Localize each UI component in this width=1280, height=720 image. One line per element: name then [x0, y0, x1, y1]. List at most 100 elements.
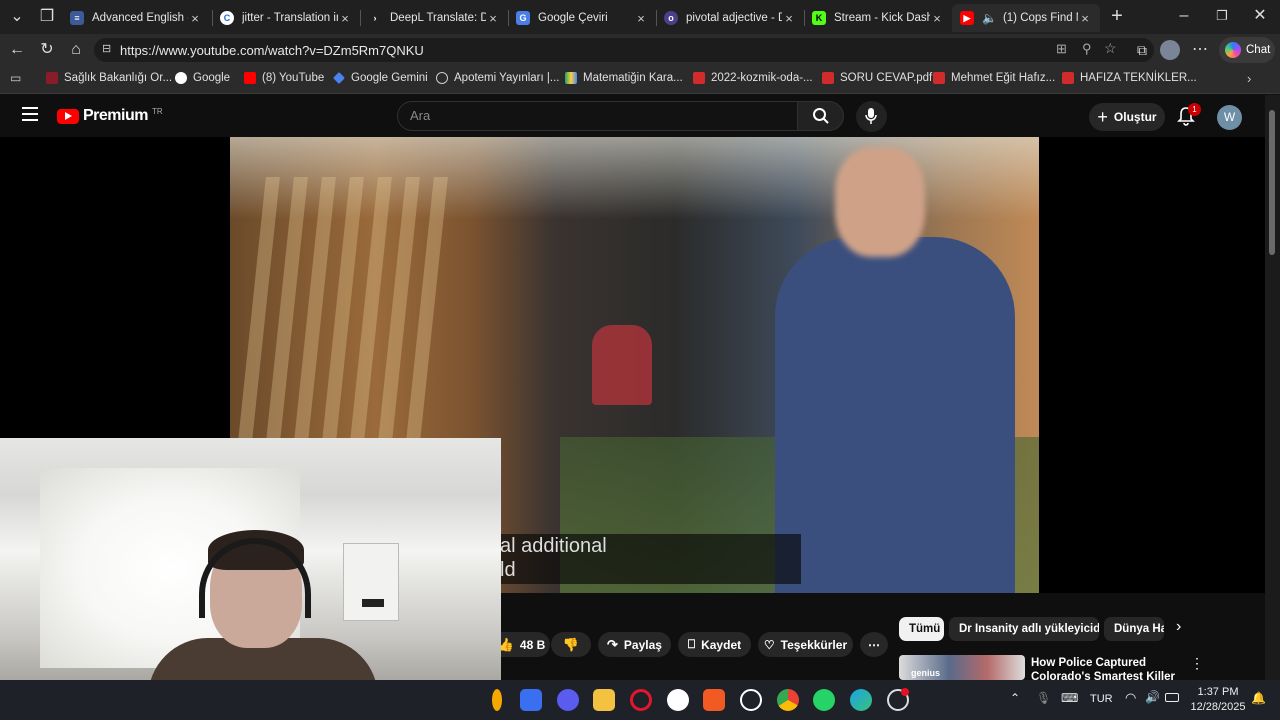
home-button[interactable]: ⌂ — [64, 39, 88, 61]
whatsapp-icon[interactable] — [813, 689, 835, 711]
tab-google-translate[interactable]: G Google Çeviri × — [508, 4, 656, 32]
scrollbar-thumb[interactable] — [1269, 110, 1275, 255]
taskbar: ⌃ 🎙 ⌨ TUR ◠ 🔊 1:37 PM 12/28/2025 🔔 — [0, 680, 1280, 720]
address-bar[interactable]: ⊟ https://www.youtube.com/watch?v=DZm5Rm… — [94, 38, 1154, 62]
chatgpt-icon[interactable] — [740, 689, 762, 711]
close-icon[interactable]: × — [1078, 11, 1092, 26]
chip-from-uploader[interactable]: Dr Insanity adlı yükleyiciden — [949, 617, 1099, 641]
tray-mic-icon[interactable]: 🎙 — [1036, 691, 1051, 705]
chip-world[interactable]: Dünya Ha — [1104, 617, 1164, 641]
bookmark-kozmik[interactable]: 2022-kozmik-oda-... — [693, 72, 813, 84]
thanks-button[interactable]: ♡ Teşekkürler — [758, 632, 853, 657]
more-menu-icon[interactable]: ⋯ — [1188, 39, 1212, 61]
edge-icon[interactable] — [850, 689, 872, 711]
doc-icon: ≡ — [70, 11, 84, 25]
share-button[interactable]: ↷ Paylaş — [598, 632, 671, 657]
chip-all[interactable]: Tümü — [899, 617, 944, 641]
sidebar-toggle-icon[interactable]: ▭ — [10, 71, 21, 85]
youtube-logo[interactable]: Premium TR — [57, 107, 163, 125]
tab-jitter[interactable]: C jitter - Translation into × — [212, 4, 360, 32]
bookmark-matematik[interactable]: Matematiğin Kara... — [565, 72, 683, 84]
address-toolbar: ← ↻ ⌂ ⊟ https://www.youtube.com/watch?v=… — [0, 34, 1280, 66]
notifications-button[interactable]: 1 — [1177, 103, 1201, 128]
favorite-star-icon[interactable]: ☆ — [1104, 40, 1117, 57]
pdf-icon — [1062, 72, 1074, 84]
search-button[interactable] — [797, 101, 844, 131]
tray-chevron-icon[interactable]: ⌃ — [1010, 691, 1020, 705]
bookmark-hafiza[interactable]: HAFIZA TEKNİKLER... — [1062, 72, 1197, 84]
battery-icon[interactable] — [1165, 693, 1179, 702]
collections-icon[interactable]: ⧉ — [1130, 39, 1154, 61]
bookmark-youtube[interactable]: (8) YouTube — [244, 72, 324, 84]
tab-deepl[interactable]: › DeepL Translate: Dünya × — [360, 4, 508, 32]
gemini-icon — [333, 72, 345, 84]
page-scrollbar[interactable] — [1265, 95, 1280, 680]
tab-pivotal[interactable]: o pivotal adjective - Defi × — [656, 4, 804, 32]
account-avatar[interactable]: W — [1217, 105, 1242, 130]
taskbar-app-icon[interactable] — [492, 689, 502, 711]
voice-search-button[interactable] — [856, 101, 887, 132]
opera-icon[interactable] — [630, 689, 652, 711]
notification-center-icon[interactable]: 🔔 — [1251, 691, 1266, 705]
wifi-icon[interactable]: ◠ — [1125, 690, 1136, 706]
close-icon[interactable]: × — [930, 11, 944, 26]
messenger-app-icon[interactable] — [557, 689, 579, 711]
taskbar-clock[interactable]: 1:37 PM 12/28/2025 — [1188, 685, 1248, 715]
youtube-icon: ▶ — [960, 11, 974, 25]
copilot-chat-button[interactable]: Chat — [1219, 37, 1275, 63]
site-info-icon[interactable]: ⊟ — [102, 42, 111, 55]
pdf-icon — [933, 72, 945, 84]
bookmark-mehmet[interactable]: Mehmet Eğit Hafız... — [933, 72, 1055, 84]
new-tab-button[interactable]: + — [1105, 5, 1129, 27]
thumbnail-text: genius — [911, 668, 941, 678]
zoom-icon[interactable]: ⚲ — [1082, 41, 1092, 57]
volume-icon[interactable]: 🔊 — [1145, 690, 1160, 704]
tab-youtube-active[interactable]: ▶ 🔈 (1) Cops Find Miss × — [952, 4, 1100, 32]
dislike-button[interactable]: 👎 — [551, 632, 591, 657]
bookmark-soru-cevap[interactable]: SORU CEVAP.pdf — [822, 72, 932, 84]
recommendation-thumbnail[interactable]: genius — [899, 655, 1025, 680]
restore-button[interactable]: ❐ — [1210, 5, 1234, 27]
back-button[interactable]: ← — [5, 39, 29, 61]
hamburger-menu-icon[interactable] — [22, 107, 38, 121]
share-arrow-icon: ↷ — [607, 636, 618, 652]
workspaces-icon[interactable]: ❒ — [35, 6, 59, 28]
bookmark-google[interactable]: Google — [175, 72, 230, 84]
chrome-icon[interactable] — [777, 689, 799, 711]
tab-list-chevron-icon[interactable]: ⌄ — [5, 6, 29, 28]
plus-icon: + — [1097, 107, 1108, 127]
copilot-app-icon[interactable] — [520, 689, 542, 711]
brave-icon[interactable] — [703, 689, 725, 711]
minimize-button[interactable]: – — [1172, 5, 1196, 27]
window-close-button[interactable]: ✕ — [1248, 5, 1272, 27]
recommendation-menu-icon[interactable]: ⋮ — [1190, 655, 1204, 672]
tab-kick[interactable]: K Stream - Kick Dashboa × — [804, 4, 952, 32]
profile-avatar[interactable] — [1160, 40, 1180, 60]
bookmark-saglik[interactable]: Sağlık Bakanlığı Or... — [46, 72, 172, 84]
bookmark-gemini[interactable]: Google Gemini — [333, 72, 428, 84]
refresh-button[interactable]: ↻ — [35, 39, 59, 61]
close-icon[interactable]: × — [486, 11, 500, 26]
url-text[interactable]: https://www.youtube.com/watch?v=DZm5Rm7Q… — [120, 43, 424, 58]
speaker-icon[interactable]: 🔈 — [982, 11, 997, 25]
tab-advanced-english[interactable]: ≡ Advanced English - 22 × — [62, 4, 210, 32]
search-input[interactable]: Ara — [397, 101, 797, 131]
close-icon[interactable]: × — [338, 11, 352, 26]
chips-next-chevron-icon[interactable]: › — [1176, 618, 1181, 636]
bookmarks-more-chevron-icon[interactable]: › — [1247, 71, 1251, 86]
close-icon[interactable]: × — [782, 11, 796, 26]
close-icon[interactable]: × — [188, 11, 202, 26]
yandex-icon[interactable] — [667, 689, 689, 711]
app-available-icon[interactable]: ⊞ — [1056, 41, 1067, 57]
input-language[interactable]: TUR — [1090, 693, 1113, 705]
create-button[interactable]: + Oluştur — [1089, 103, 1165, 131]
more-actions-button[interactable]: ⋯ — [860, 632, 888, 657]
like-button[interactable]: 👍 48 B — [493, 632, 550, 657]
file-explorer-icon[interactable] — [593, 689, 615, 711]
deepl-icon: › — [373, 13, 377, 23]
bookmark-apotemi[interactable]: Apotemi Yayınları |... — [436, 72, 559, 84]
tray-keyboard-icon[interactable]: ⌨ — [1061, 691, 1078, 705]
save-button[interactable]: ⎕ Kaydet — [678, 632, 751, 657]
close-icon[interactable]: × — [634, 11, 648, 26]
google-icon — [175, 72, 187, 84]
